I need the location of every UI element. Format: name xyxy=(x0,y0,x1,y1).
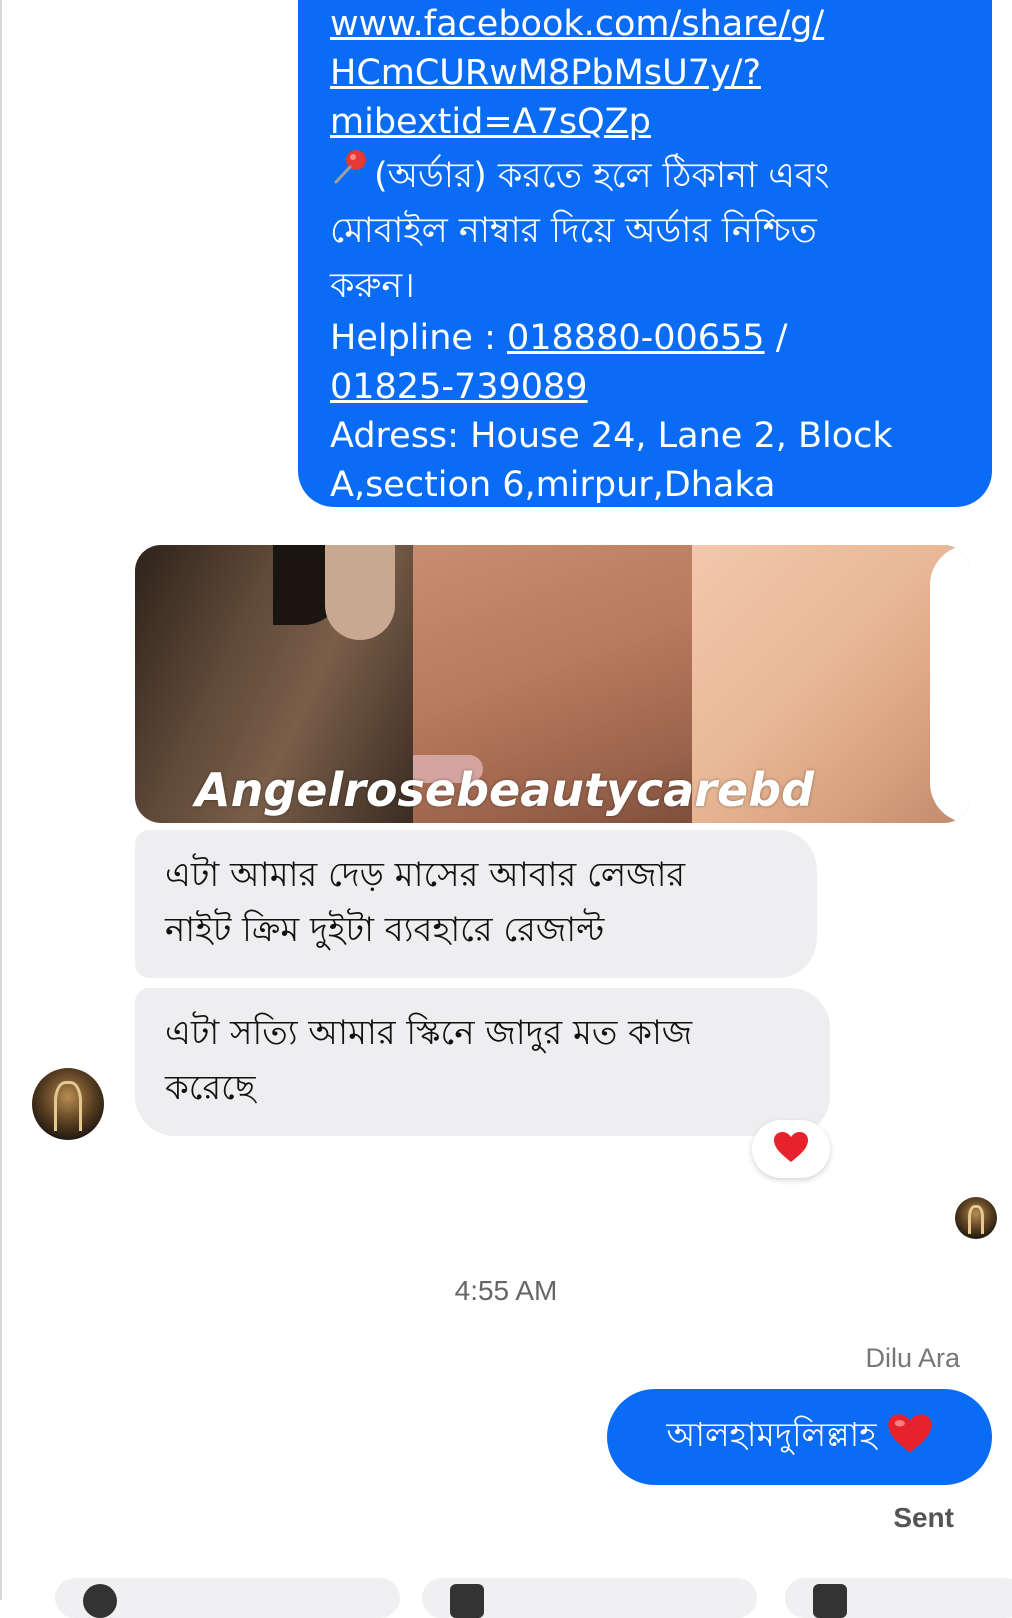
message-status: Sent xyxy=(893,1502,954,1533)
action-chip-1[interactable] xyxy=(55,1578,400,1618)
address-line-1: Adress: House 24, Lane 2, Block xyxy=(330,416,893,456)
conversation-view: www.facebook.com/share/g/ HCmCURwM8PbMsU… xyxy=(0,0,1012,1618)
incoming-message-2[interactable]: এটা সত্যি আমার স্কিনে জাদুর মত কাজ করেছে xyxy=(135,988,830,1136)
action-chip-2[interactable] xyxy=(422,1578,757,1618)
avatar-door-shape xyxy=(53,1080,83,1132)
sender-avatar[interactable] xyxy=(32,1068,104,1140)
order-text-line-1: (অর্ডার) করতে হলে ঠিকানা এবং xyxy=(374,156,830,196)
facebook-link-line-2[interactable]: HCmCURwM8PbMsU7y/? xyxy=(330,49,956,98)
helpline-label: Helpline : xyxy=(330,318,507,358)
ear-shape xyxy=(325,545,396,640)
info-icon xyxy=(83,1584,117,1618)
outgoing-message-reply[interactable]: আলহামদুলিল্লাহ xyxy=(607,1389,992,1485)
address-line-2: A,section 6,mirpur,Dhaka xyxy=(330,465,776,505)
facebook-link-line-1[interactable]: www.facebook.com/share/g/ xyxy=(330,0,956,49)
order-text-line-3: করুন। xyxy=(330,266,415,306)
incoming-message-2-line-1: এটা সত্যি আমার স্কিনে জাদুর মত কাজ xyxy=(165,1013,693,1053)
order-instruction: (অর্ডার) করতে হলে ঠিকানা এবং xyxy=(330,147,956,204)
before-after-photo-collage[interactable]: Angelrosebeautycarebd xyxy=(135,545,970,823)
phone-link-1[interactable]: 018880-00655 xyxy=(507,318,765,358)
order-text-line-2: মোবাইল নাম্বার দিয়ে অর্ডার নিশ্চিত xyxy=(330,211,817,251)
pushpin-icon xyxy=(330,147,374,204)
incoming-message-1-line-1: এটা আমার দেড় মাসের আবার লেজার xyxy=(165,855,686,895)
photo-edge xyxy=(929,545,970,823)
reply-sender-name: Dilu Ara xyxy=(865,1343,960,1373)
outgoing-message-order-info[interactable]: www.facebook.com/share/g/ HCmCURwM8PbMsU… xyxy=(298,0,992,507)
phone-link-2[interactable]: 01825-739089 xyxy=(330,367,588,407)
phone-separator: / xyxy=(764,318,788,358)
seen-avatar xyxy=(955,1197,997,1239)
chip-icon-3 xyxy=(813,1584,847,1618)
window-edge xyxy=(0,0,2,1600)
outgoing-message-text: আলহামদুলিল্লাহ xyxy=(666,1415,877,1454)
bottom-action-bar xyxy=(0,1570,1012,1618)
heart-icon xyxy=(773,1131,809,1167)
heart-emoji-icon xyxy=(887,1413,933,1462)
incoming-message-1[interactable]: এটা আমার দেড় মাসের আবার লেজার নাইট ক্রি… xyxy=(135,830,817,978)
avatar-door-shape-small xyxy=(967,1204,985,1234)
message-timestamp: 4:55 AM xyxy=(454,1275,558,1306)
incoming-message-1-line-2: নাইট ক্রিম দুইটা ব্যবহারে রেজাল্ট xyxy=(165,910,605,950)
watermark-text: Angelrosebeautycarebd xyxy=(195,763,815,817)
action-chip-3[interactable] xyxy=(785,1578,1012,1618)
heart-reaction[interactable] xyxy=(752,1120,830,1178)
incoming-message-2-line-2: করেছে xyxy=(165,1068,256,1108)
helpline-row: Helpline : 018880-00655 / xyxy=(330,314,956,363)
facebook-link-line-3[interactable]: mibextid=A7sQZp xyxy=(330,98,956,147)
chip-icon-2 xyxy=(450,1584,484,1618)
